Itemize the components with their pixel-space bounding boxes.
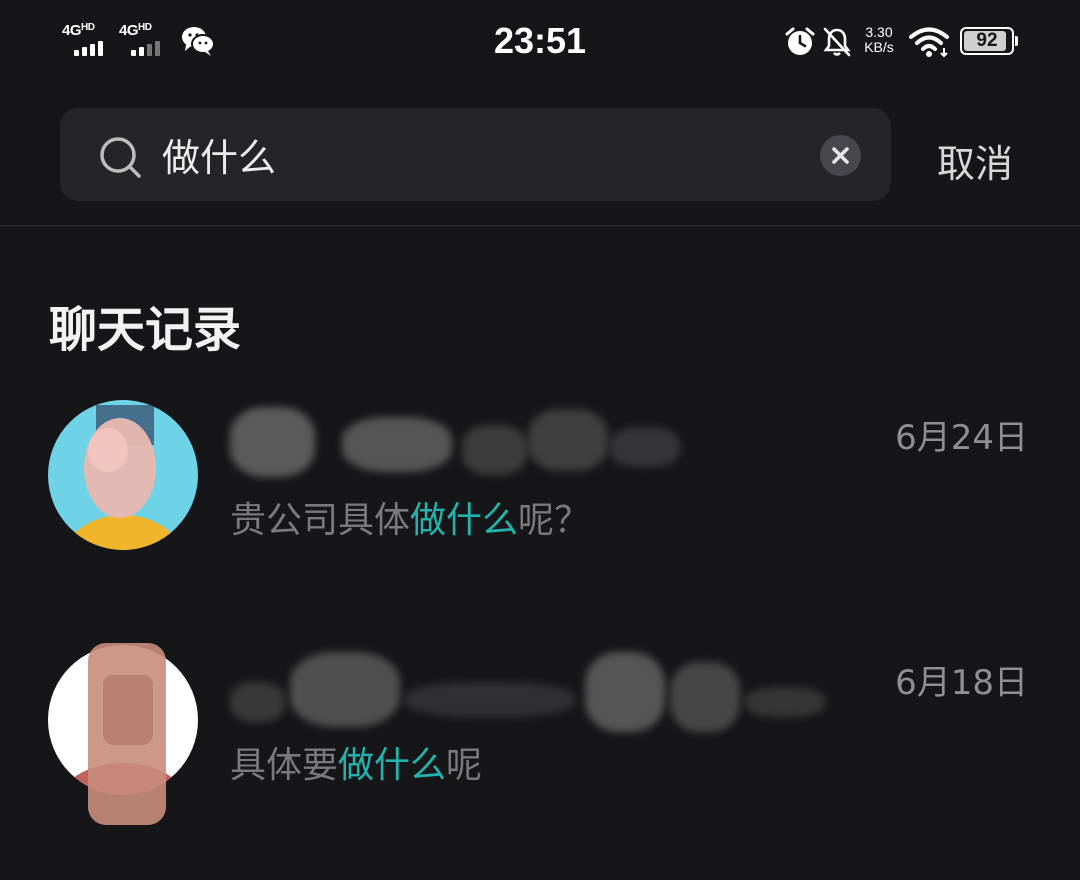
section-title-chat-history: 聊天记录	[49, 302, 242, 358]
cancel-button[interactable]: 取消	[937, 133, 1013, 188]
header-divider	[0, 225, 1080, 226]
preview-text-end: 呢？	[518, 500, 591, 541]
wifi-icon	[909, 27, 949, 58]
chat-result-item[interactable]: 6月24日 贵公司具体做什么呢？	[0, 385, 1080, 585]
search-icon	[100, 137, 141, 178]
message-preview: 具体要做什么呢	[230, 736, 482, 788]
status-bar: 4GHD 4GHD 23:51 3.30 KB/s 92	[0, 0, 1080, 86]
alarm-clock-icon	[785, 27, 815, 55]
message-date: 6月24日	[895, 418, 1028, 458]
preview-text-end: 呢	[446, 745, 483, 786]
preview-highlight: 做什么	[410, 500, 519, 541]
battery-level: 92	[976, 30, 998, 51]
message-preview: 贵公司具体做什么呢？	[230, 491, 590, 543]
network-speed-unit: KB/s	[864, 39, 894, 55]
mute-bell-icon	[823, 27, 851, 57]
battery-icon: 92	[960, 27, 1018, 55]
close-icon	[832, 147, 849, 164]
avatar	[48, 643, 198, 825]
message-date: 6月18日	[895, 663, 1028, 703]
network-speed: 3.30 KB/s	[856, 25, 902, 55]
preview-text: 具体要	[230, 745, 339, 786]
search-input[interactable]	[162, 131, 782, 177]
clear-search-button[interactable]	[820, 135, 861, 176]
search-bar[interactable]	[60, 108, 891, 201]
preview-text: 贵公司具体	[230, 500, 411, 541]
chat-result-item[interactable]: 6月18日 具体要做什么呢	[0, 630, 1080, 830]
avatar	[48, 400, 198, 550]
preview-highlight: 做什么	[338, 745, 447, 786]
network-speed-value: 3.30	[865, 24, 893, 40]
